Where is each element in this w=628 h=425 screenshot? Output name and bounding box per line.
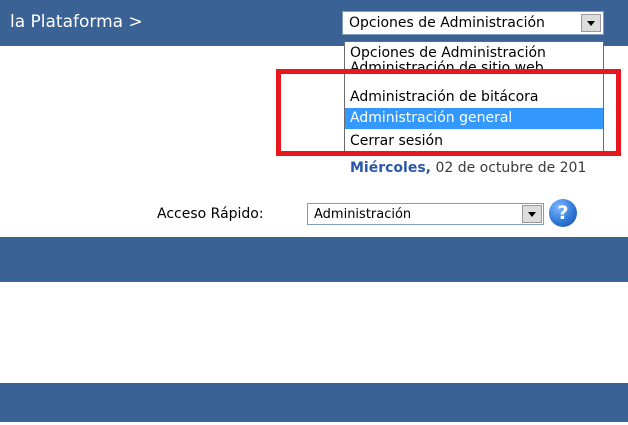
highlight-annotation-box bbox=[276, 69, 621, 156]
quick-access-dropdown-button[interactable] bbox=[522, 205, 542, 223]
admin-options-select-value: Opciones de Administración bbox=[349, 15, 545, 31]
content-banner-1 bbox=[0, 237, 628, 282]
content-banner-2 bbox=[0, 383, 628, 422]
admin-options-select[interactable]: Opciones de Administración bbox=[342, 11, 604, 35]
chevron-down-icon bbox=[528, 212, 536, 217]
quick-access-label: Acceso Rápido: bbox=[157, 206, 264, 222]
admin-options-dropdown-button[interactable] bbox=[581, 14, 601, 32]
chevron-down-icon bbox=[587, 21, 595, 26]
breadcrumb[interactable]: la Plataforma > bbox=[10, 12, 143, 32]
date-rest: 02 de octubre de 201 bbox=[435, 160, 587, 176]
date-day: Miércoles, bbox=[350, 160, 431, 176]
quick-access-select[interactable]: Administración bbox=[307, 203, 544, 225]
help-icon[interactable]: ? bbox=[549, 199, 577, 227]
quick-access-select-value: Administración bbox=[314, 207, 412, 222]
top-banner: la Plataforma > Opciones de Administraci… bbox=[0, 0, 628, 46]
current-date: Miércoles, 02 de octubre de 201 bbox=[350, 160, 586, 176]
